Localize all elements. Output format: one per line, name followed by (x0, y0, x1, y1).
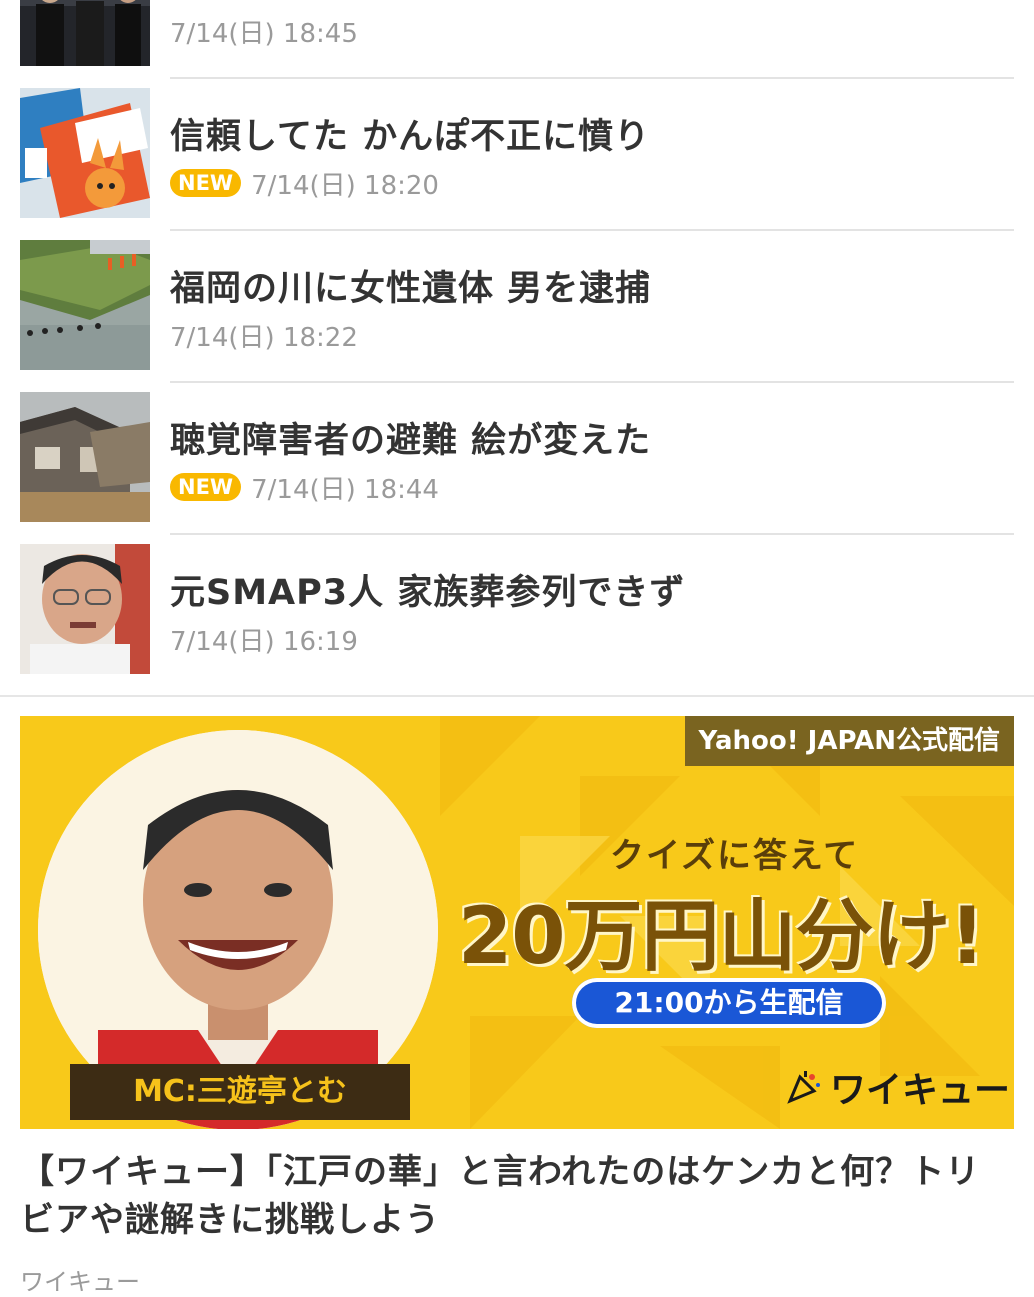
article-date: 7/14(日) 18:20 (251, 170, 439, 201)
brand-logo: ワイキュー (786, 1062, 1010, 1112)
divider (170, 381, 1014, 383)
people-photo (20, 0, 150, 66)
section-divider (0, 695, 1034, 697)
river-photo (20, 240, 150, 370)
list-item[interactable]: 聴覚障害者の避難 絵が変えた NEW 7/14(日) 18:44 (0, 384, 1034, 536)
article-date: 7/14(日) 18:44 (251, 474, 439, 505)
list-item[interactable]: 福岡の川に女性遺体 男を逮捕 7/14(日) 18:22 (0, 232, 1034, 384)
featured-article-title[interactable]: 【ワイキュー】「江戸の華」と言われたのはケンカと何？トリビアや謎解きに挑戦しよう (20, 1148, 1014, 1244)
article-title: 福岡の川に女性遺体 男を逮捕 (170, 269, 652, 309)
party-horn-icon (787, 1071, 820, 1104)
mc-label: MC:三遊亭とむ (70, 1064, 410, 1120)
live-time-pill: 21:00から生配信 (572, 978, 886, 1028)
quiz-headline: クイズに答えて (610, 836, 860, 876)
list-item[interactable]: 元SMAP3人 家族葬参列できず 7/14(日) 16:19 (0, 536, 1034, 688)
man-portrait-photo (20, 544, 150, 674)
article-title: 元SMAP3人 家族葬参列できず (170, 573, 686, 613)
new-badge: NEW (170, 169, 242, 197)
official-tag: Yahoo! JAPAN公式配信 (684, 716, 1014, 766)
promo-banner[interactable]: Yahoo! JAPAN公式配信 MC:三遊亭とむ クイズに答えて 20万円山分… (20, 716, 1014, 1129)
list-item[interactable]: 信頼してた かんぽ不正に憤り NEW 7/14(日) 18:20 (0, 80, 1034, 232)
article-date: 7/14(日) 16:19 (170, 626, 358, 657)
article-title: 信頼してた かんぽ不正に憤り (170, 117, 651, 157)
article-date: 7/14(日) 18:45 (170, 18, 358, 49)
article-date: 7/14(日) 18:22 (170, 322, 358, 353)
list-item[interactable]: 7/14(日) 18:45 (0, 0, 1034, 80)
flood-house-photo (20, 392, 150, 522)
divider (170, 229, 1014, 231)
pamphlet-photo (20, 88, 150, 218)
divider (170, 533, 1014, 535)
article-source: ワイキュー (20, 1268, 140, 1296)
new-badge: NEW (170, 473, 242, 501)
brand-name: ワイキュー (830, 1070, 1011, 1111)
article-title: 聴覚障害者の避難 絵が変えた (170, 421, 652, 461)
prize-headline: 20万円山分け! (458, 892, 985, 982)
divider (170, 77, 1014, 79)
